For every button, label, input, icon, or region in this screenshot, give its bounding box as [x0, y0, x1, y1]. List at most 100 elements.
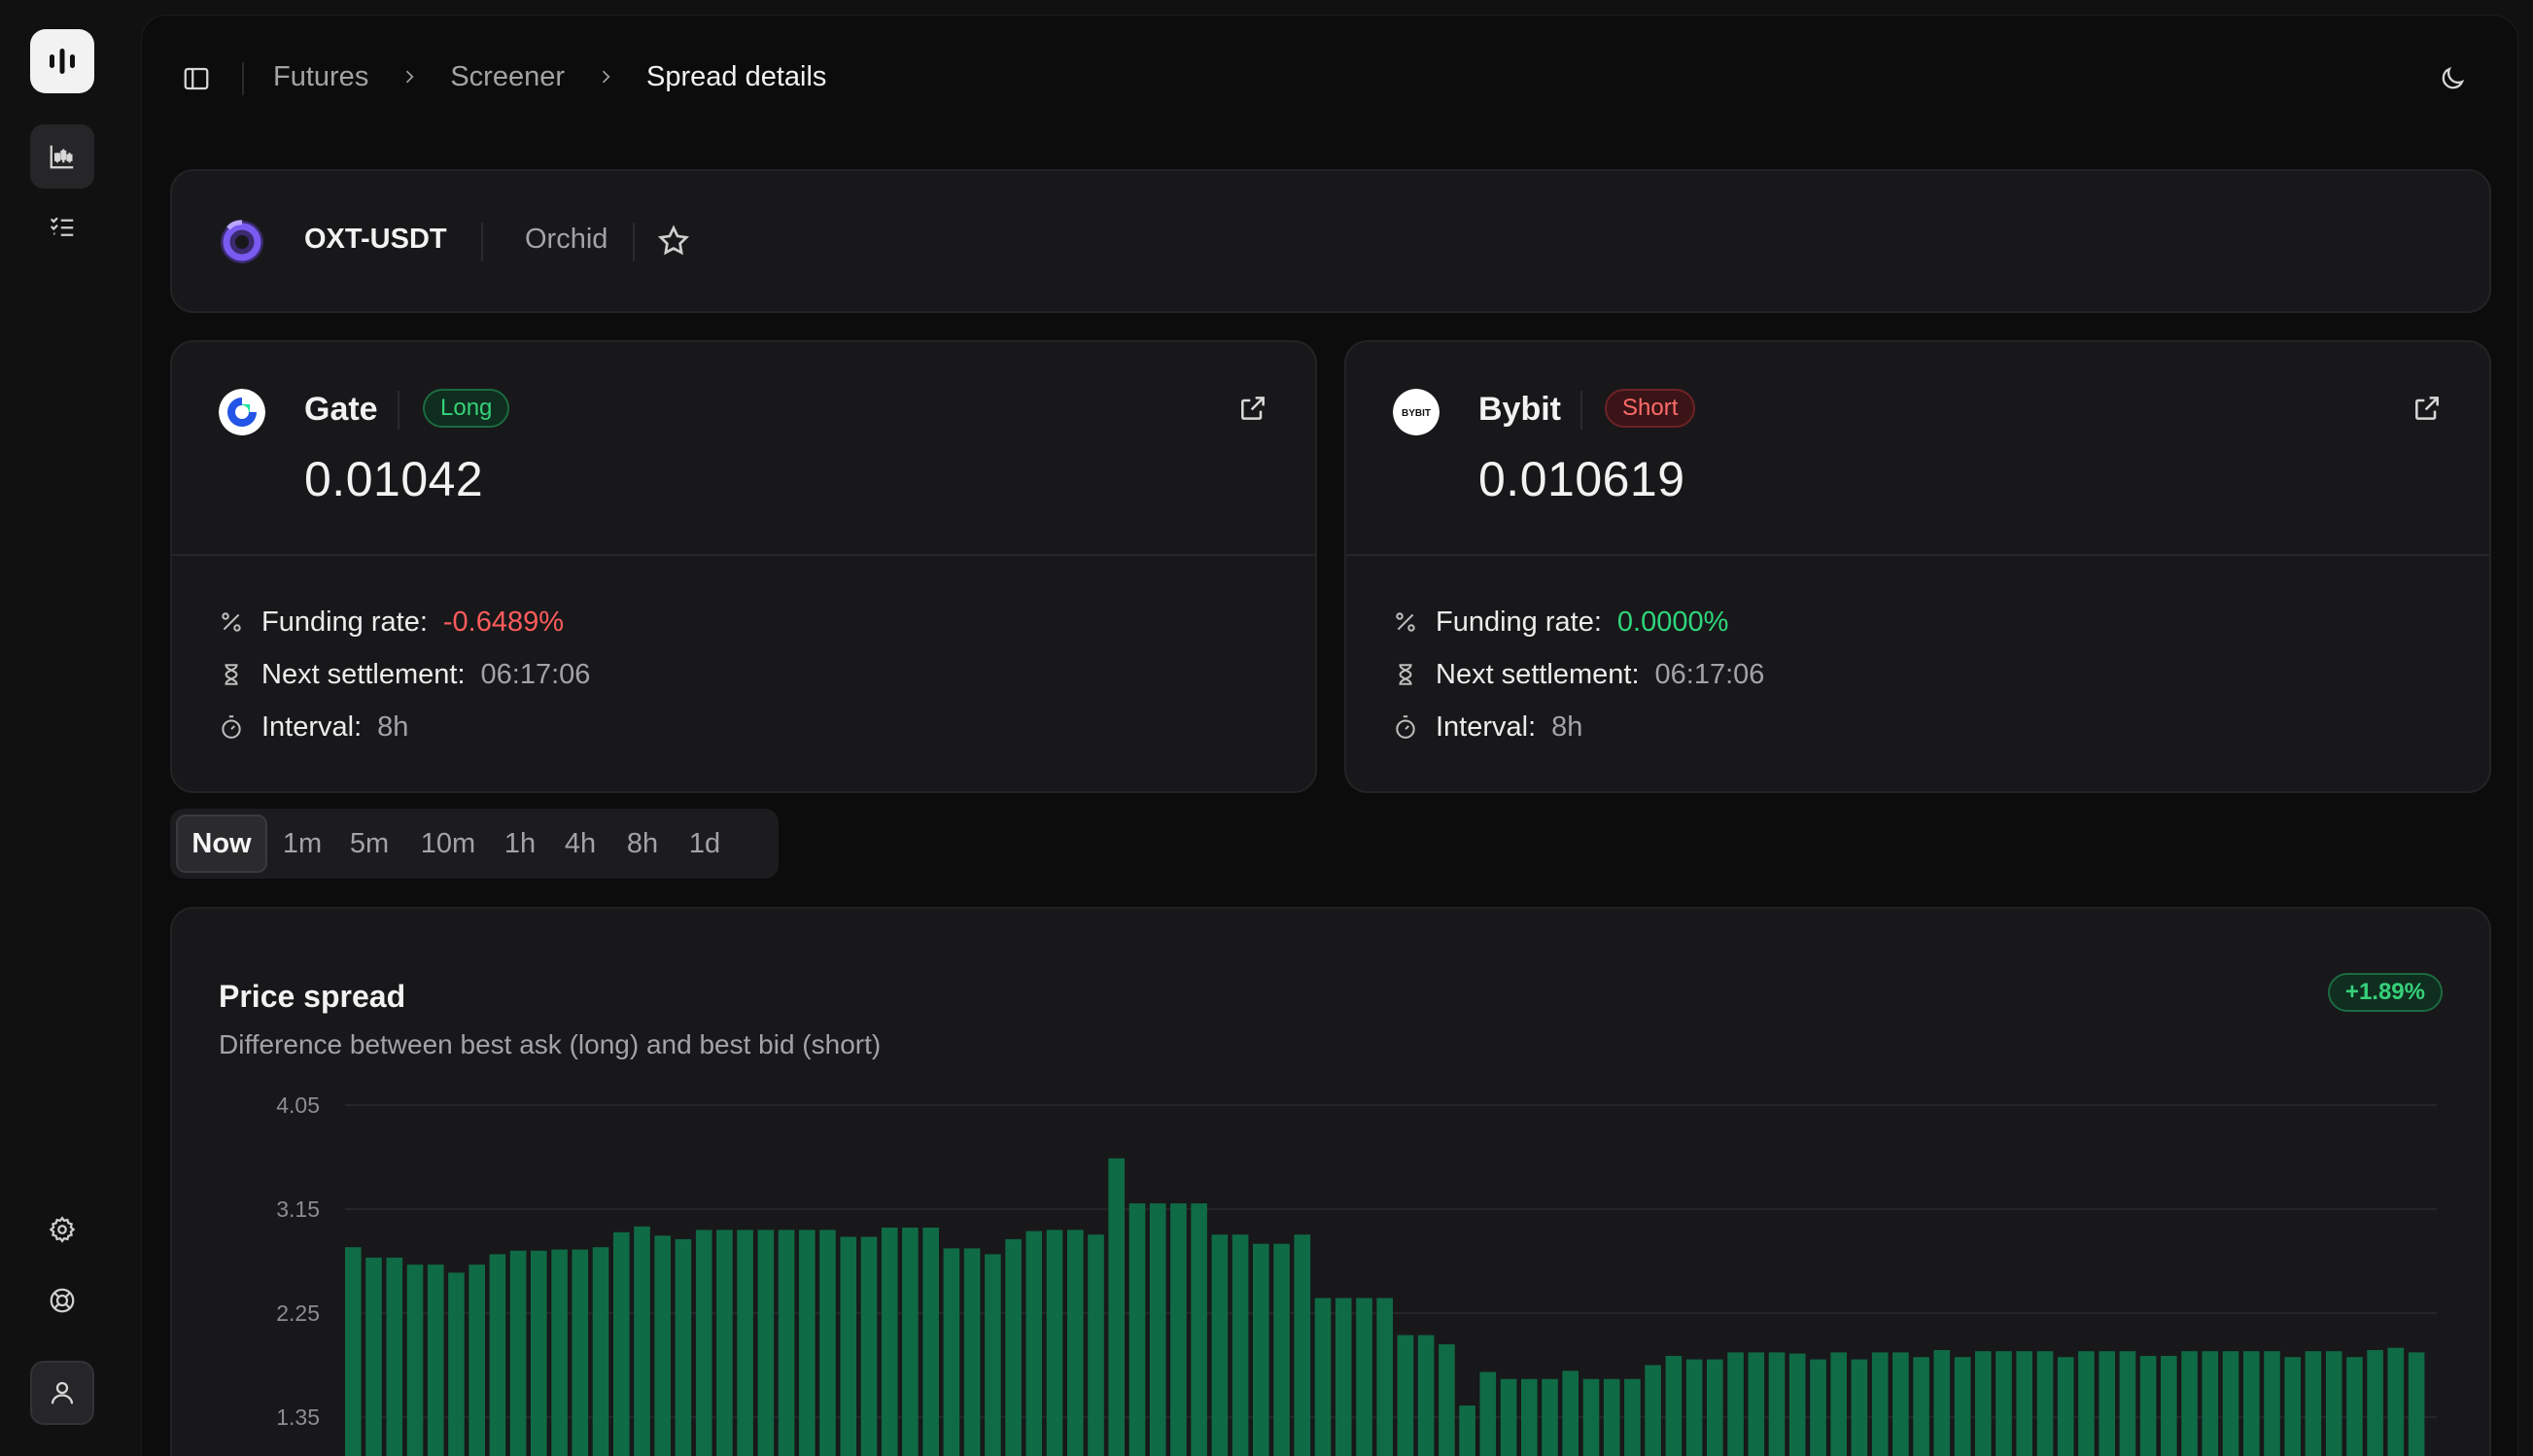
spread-bar[interactable]: [1128, 1203, 1146, 1456]
tab-1h[interactable]: 1h: [495, 815, 545, 873]
spread-bar[interactable]: [1149, 1203, 1166, 1456]
breadcrumb-screener[interactable]: Screener: [450, 61, 565, 93]
spread-bar[interactable]: [2346, 1357, 2363, 1456]
spread-bar[interactable]: [985, 1254, 1001, 1456]
spread-bar[interactable]: [2367, 1350, 2383, 1456]
spread-bar[interactable]: [902, 1228, 919, 1456]
breadcrumb-futures[interactable]: Futures: [273, 61, 368, 93]
spread-bar[interactable]: [1046, 1230, 1063, 1456]
spread-bar[interactable]: [1685, 1359, 1703, 1456]
nav-help[interactable]: [30, 1268, 94, 1333]
spread-bar[interactable]: [2408, 1352, 2425, 1456]
open-exchange-link[interactable]: [1237, 393, 1268, 429]
spread-bar[interactable]: [1624, 1378, 1641, 1456]
spread-bar[interactable]: [1273, 1243, 1290, 1456]
spread-bar[interactable]: [840, 1236, 857, 1456]
spread-bar[interactable]: [2099, 1351, 2115, 1456]
spread-bar[interactable]: [1892, 1352, 1909, 1456]
spread-bar[interactable]: [489, 1254, 506, 1456]
spread-bar[interactable]: [2181, 1351, 2198, 1456]
spread-bar[interactable]: [1562, 1370, 1579, 1456]
tab-4h[interactable]: 4h: [553, 815, 607, 873]
spread-bar[interactable]: [860, 1236, 878, 1456]
spread-bar[interactable]: [2243, 1351, 2260, 1456]
spread-bar[interactable]: [1788, 1353, 1806, 1456]
spread-bar[interactable]: [1665, 1356, 1683, 1456]
spread-bar[interactable]: [1603, 1378, 1620, 1456]
spread-bar[interactable]: [1459, 1405, 1475, 1456]
spread-bar[interactable]: [1170, 1203, 1187, 1456]
spread-bar[interactable]: [1067, 1230, 1084, 1456]
spread-bar[interactable]: [1005, 1238, 1022, 1456]
spread-bar[interactable]: [1232, 1234, 1249, 1456]
spread-bar[interactable]: [1500, 1378, 1517, 1456]
tab-now[interactable]: Now: [176, 815, 267, 873]
spread-bar[interactable]: [386, 1257, 403, 1456]
spread-bar[interactable]: [2016, 1351, 2032, 1456]
tab-10m[interactable]: 10m: [409, 815, 487, 873]
spread-bar[interactable]: [2119, 1351, 2136, 1456]
spread-bar[interactable]: [1954, 1357, 1971, 1456]
spread-bar[interactable]: [799, 1230, 815, 1456]
spread-bar[interactable]: [737, 1230, 753, 1456]
spread-bar[interactable]: [1439, 1344, 1455, 1456]
spread-bar[interactable]: [406, 1265, 424, 1456]
spread-bar[interactable]: [1748, 1352, 1765, 1456]
spread-bar[interactable]: [963, 1248, 981, 1456]
app-logo[interactable]: [30, 29, 94, 93]
spread-bar[interactable]: [1933, 1350, 1951, 1456]
spread-bar[interactable]: [2036, 1351, 2054, 1456]
spread-bar[interactable]: [427, 1265, 444, 1456]
sidebar-toggle-button[interactable]: [177, 59, 216, 98]
spread-bar[interactable]: [1294, 1234, 1311, 1456]
spread-bar[interactable]: [2161, 1356, 2177, 1456]
spread-bar[interactable]: [2387, 1347, 2405, 1456]
spread-bar[interactable]: [1810, 1359, 1826, 1456]
spread-bar[interactable]: [778, 1230, 795, 1456]
spread-bar[interactable]: [2264, 1351, 2280, 1456]
spread-bar[interactable]: [613, 1231, 630, 1456]
spread-bar[interactable]: [531, 1250, 547, 1456]
favorite-button[interactable]: [656, 224, 691, 263]
spread-bar[interactable]: [592, 1247, 609, 1456]
nav-screener[interactable]: [30, 124, 94, 189]
spread-bar[interactable]: [1830, 1352, 1847, 1456]
spread-bar[interactable]: [819, 1230, 836, 1456]
spread-bar[interactable]: [1397, 1335, 1414, 1456]
spread-bar[interactable]: [1871, 1352, 1889, 1456]
spread-bar[interactable]: [2284, 1357, 2301, 1456]
spread-bar[interactable]: [943, 1248, 960, 1456]
spread-bar[interactable]: [654, 1235, 671, 1456]
spread-bar[interactable]: [1727, 1352, 1744, 1456]
spread-bar[interactable]: [757, 1230, 775, 1456]
tab-1m[interactable]: 1m: [275, 815, 330, 873]
spread-bar[interactable]: [1253, 1243, 1269, 1456]
spread-bar[interactable]: [448, 1272, 465, 1456]
spread-bar[interactable]: [1521, 1378, 1538, 1456]
tab-1d[interactable]: 1d: [677, 815, 732, 873]
open-exchange-link[interactable]: [2412, 393, 2443, 429]
spread-bar[interactable]: [1479, 1371, 1497, 1456]
spread-bar[interactable]: [716, 1230, 733, 1456]
spread-bar[interactable]: [1995, 1351, 2012, 1456]
tab-8h[interactable]: 8h: [615, 815, 670, 873]
spread-bar[interactable]: [2078, 1351, 2095, 1456]
spread-bar[interactable]: [1707, 1359, 1723, 1456]
spread-bar[interactable]: [695, 1230, 712, 1456]
spread-bar[interactable]: [2202, 1351, 2219, 1456]
spread-bar[interactable]: [1417, 1335, 1435, 1456]
spread-bar[interactable]: [2139, 1356, 2157, 1456]
spread-bar[interactable]: [1975, 1351, 1992, 1456]
spread-bar[interactable]: [2305, 1351, 2322, 1456]
user-menu-button[interactable]: [30, 1361, 94, 1425]
spread-bar[interactable]: [551, 1249, 568, 1456]
spread-bar[interactable]: [1851, 1359, 1868, 1456]
spread-bar[interactable]: [1376, 1298, 1393, 1456]
spread-bar[interactable]: [881, 1228, 898, 1456]
spread-bar[interactable]: [1335, 1298, 1352, 1456]
spread-bar[interactable]: [1025, 1231, 1043, 1456]
spread-bar[interactable]: [1768, 1352, 1786, 1456]
spread-bar[interactable]: [675, 1238, 692, 1456]
spread-bar[interactable]: [1356, 1298, 1372, 1456]
spread-bar[interactable]: [922, 1228, 939, 1456]
